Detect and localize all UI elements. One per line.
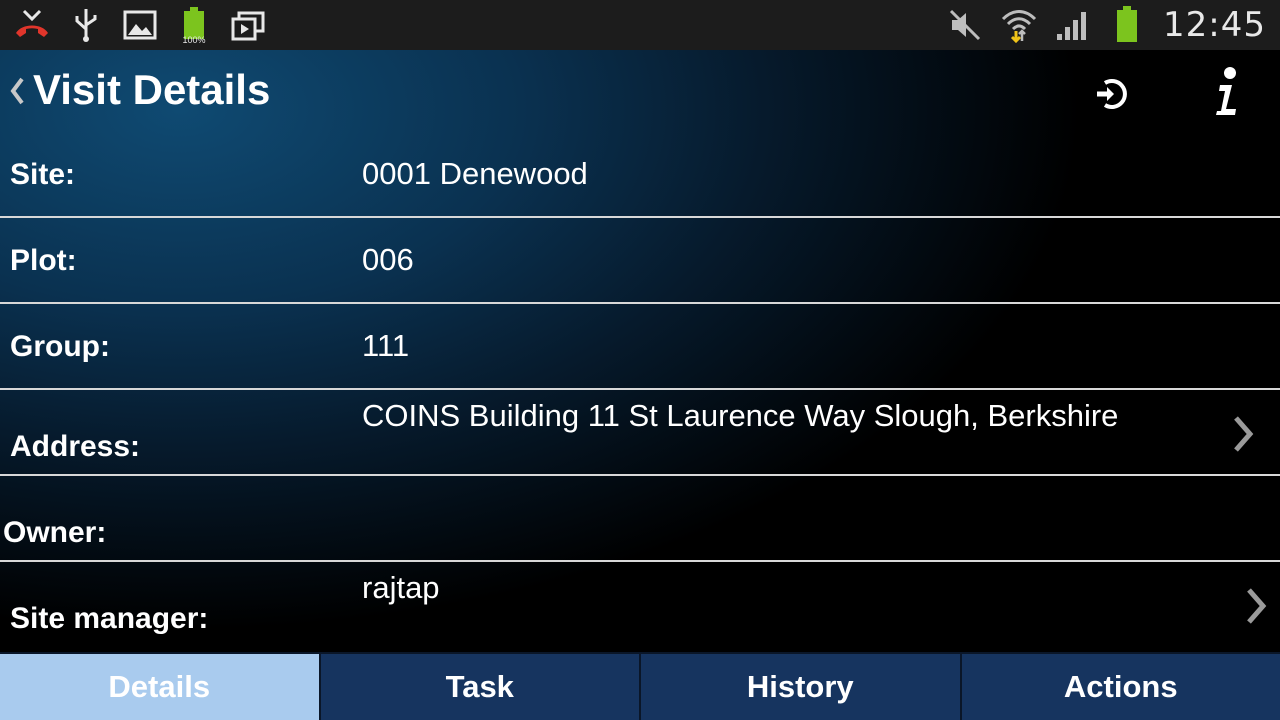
site-label: Site: (10, 158, 76, 191)
tab-history[interactable]: History (641, 652, 962, 720)
detail-row-group: Group: 111 (0, 304, 1280, 390)
site-value: 0001 Denewood (362, 156, 588, 191)
battery-full-icon: 100% (176, 7, 212, 45)
gallery-icon (122, 7, 158, 43)
chevron-right-icon[interactable] (1243, 586, 1271, 626)
chevron-left-icon[interactable] (8, 76, 26, 106)
info-icon[interactable] (1198, 62, 1254, 122)
detail-row-site-manager[interactable]: Site manager: rajtap (0, 562, 1280, 650)
plot-value: 006 (362, 242, 414, 277)
site-manager-value: rajtap (362, 570, 440, 605)
bottom-tab-bar: Details Task History Actions (0, 652, 1280, 720)
group-value: 111 (362, 328, 410, 363)
chevron-right-icon[interactable] (1230, 414, 1258, 454)
battery-icon (1109, 6, 1145, 43)
battery-percent: 100% (182, 35, 206, 45)
visit-details-list: Site: 0001 Denewood Plot: 006 Group: 111… (0, 132, 1280, 650)
status-time: 12:45 (1163, 5, 1266, 45)
status-bar-right-icons: 12:45 (947, 5, 1266, 45)
detail-row-plot: Plot: 006 (0, 218, 1280, 304)
status-bar-left-icons: 100% (14, 7, 266, 45)
tab-actions[interactable]: Actions (961, 652, 1280, 720)
status-bar: 100% 12:45 (0, 0, 1280, 50)
tab-task[interactable]: Task (320, 652, 641, 720)
wifi-icon (1001, 7, 1037, 43)
tab-details[interactable]: Details (0, 652, 321, 720)
address-value: COINS Building 11 St Laurence Way Slough… (362, 398, 1119, 433)
usb-icon (68, 7, 104, 43)
media-icon (230, 7, 266, 43)
main-content: Visit Details Site: 0001 Denewood Plot: … (0, 50, 1280, 652)
page-title[interactable]: Visit Details (33, 66, 270, 114)
mute-icon (947, 7, 983, 43)
address-label: Address: (10, 430, 141, 463)
detail-row-address[interactable]: Address: COINS Building 11 St Laurence W… (0, 390, 1280, 476)
signal-icon (1055, 7, 1091, 43)
owner-label: Owner: (3, 516, 107, 549)
missed-call-icon (14, 7, 50, 43)
action-bar: Visit Details (0, 50, 1280, 134)
detail-row-owner: Owner: (0, 476, 1280, 562)
logout-icon[interactable] (1090, 72, 1134, 116)
detail-row-site: Site: 0001 Denewood (0, 132, 1280, 218)
group-label: Group: (10, 330, 110, 363)
plot-label: Plot: (10, 244, 77, 277)
site-manager-label: Site manager: (10, 602, 209, 635)
